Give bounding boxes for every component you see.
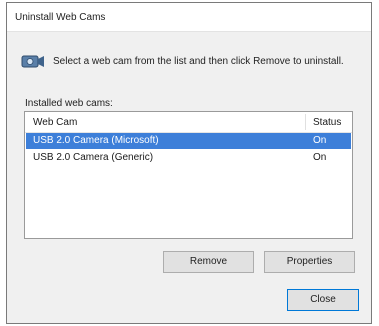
properties-button[interactable]: Properties	[264, 251, 355, 273]
column-header-status[interactable]: Status	[313, 117, 341, 128]
webcam-icon	[21, 55, 44, 68]
list-item[interactable]: USB 2.0 Camera (Microsoft) On	[26, 133, 351, 149]
webcam-list[interactable]: Web Cam Status USB 2.0 Camera (Microsoft…	[24, 111, 353, 239]
list-item-name: USB 2.0 Camera (Generic)	[33, 152, 154, 163]
column-header-webcam[interactable]: Web Cam	[33, 117, 77, 128]
dialog-description: Select a web cam from the list and then …	[53, 56, 344, 67]
column-divider[interactable]	[305, 114, 306, 130]
window-title: Uninstall Web Cams	[15, 12, 106, 23]
installed-list-label: Installed web cams:	[25, 98, 113, 109]
remove-button[interactable]: Remove	[163, 251, 254, 273]
title-bar[interactable]: Uninstall Web Cams	[7, 3, 371, 32]
list-item-name: USB 2.0 Camera (Microsoft)	[33, 135, 159, 146]
list-header: Web Cam Status	[25, 112, 352, 133]
list-item-status: On	[313, 135, 327, 146]
dialog-window: Uninstall Web Cams Select a web cam from…	[6, 2, 372, 324]
list-item-status: On	[313, 152, 327, 163]
close-button[interactable]: Close	[287, 289, 359, 311]
list-item[interactable]: USB 2.0 Camera (Generic) On	[26, 150, 351, 166]
